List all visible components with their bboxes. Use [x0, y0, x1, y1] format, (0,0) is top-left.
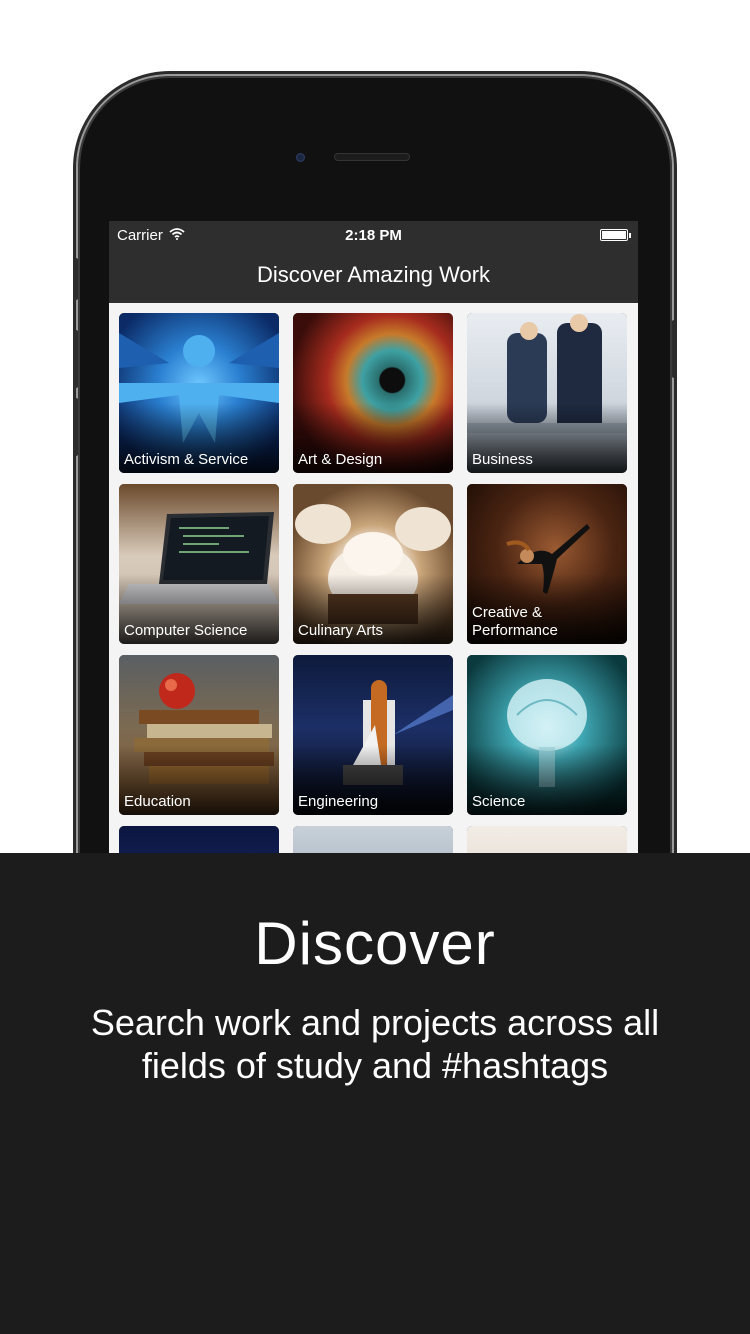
earpiece-speaker — [334, 153, 410, 161]
category-tile-culinary-arts[interactable]: Culinary Arts — [293, 484, 453, 644]
front-camera — [296, 153, 305, 162]
category-label: Science — [472, 793, 526, 810]
mute-switch — [73, 258, 78, 300]
phone-screen: Carrier 2:18 PM Discover Amazing Work Ac… — [109, 221, 638, 861]
category-tile-art-design[interactable]: Art & Design — [293, 313, 453, 473]
category-tile-computer-science[interactable]: Computer Science — [119, 484, 279, 644]
promo-panel: Discover Search work and projects across… — [0, 853, 750, 1334]
category-label: Education — [124, 793, 191, 810]
category-tile-creative-performance[interactable]: Creative & Performance — [467, 484, 627, 644]
page-title: Discover Amazing Work — [256, 262, 491, 287]
promo-title: Discover — [254, 910, 496, 977]
clock: 2:18 PM — [345, 227, 402, 244]
category-label: Engineering — [298, 793, 379, 810]
power-button — [672, 320, 677, 378]
category-label: Computer Science — [124, 622, 248, 639]
category-label: Business — [472, 451, 533, 468]
battery-icon — [600, 229, 631, 241]
category-label: Creative & Performance — [472, 604, 558, 639]
category-label: Art & Design — [298, 451, 383, 468]
status-bar: Carrier 2:18 PM — [109, 221, 638, 251]
category-grid: Activism & Service Art & Design Business — [119, 313, 629, 861]
category-tile-engineering[interactable]: Engineering — [293, 655, 453, 815]
category-tile-education[interactable]: Education — [119, 655, 279, 815]
category-tile-activism-service[interactable]: Activism & Service — [119, 313, 279, 473]
category-label: Activism & Service — [124, 451, 249, 468]
nav-bar: Discover Amazing Work — [109, 251, 638, 303]
volume-down-button — [73, 398, 78, 456]
promo-subtitle: Search work and projects across all fiel… — [90, 1002, 660, 1086]
volume-up-button — [73, 330, 78, 388]
category-label: Culinary Arts — [298, 622, 384, 639]
category-tile-business[interactable]: Business — [467, 313, 627, 473]
category-tile-science[interactable]: Science — [467, 655, 627, 815]
